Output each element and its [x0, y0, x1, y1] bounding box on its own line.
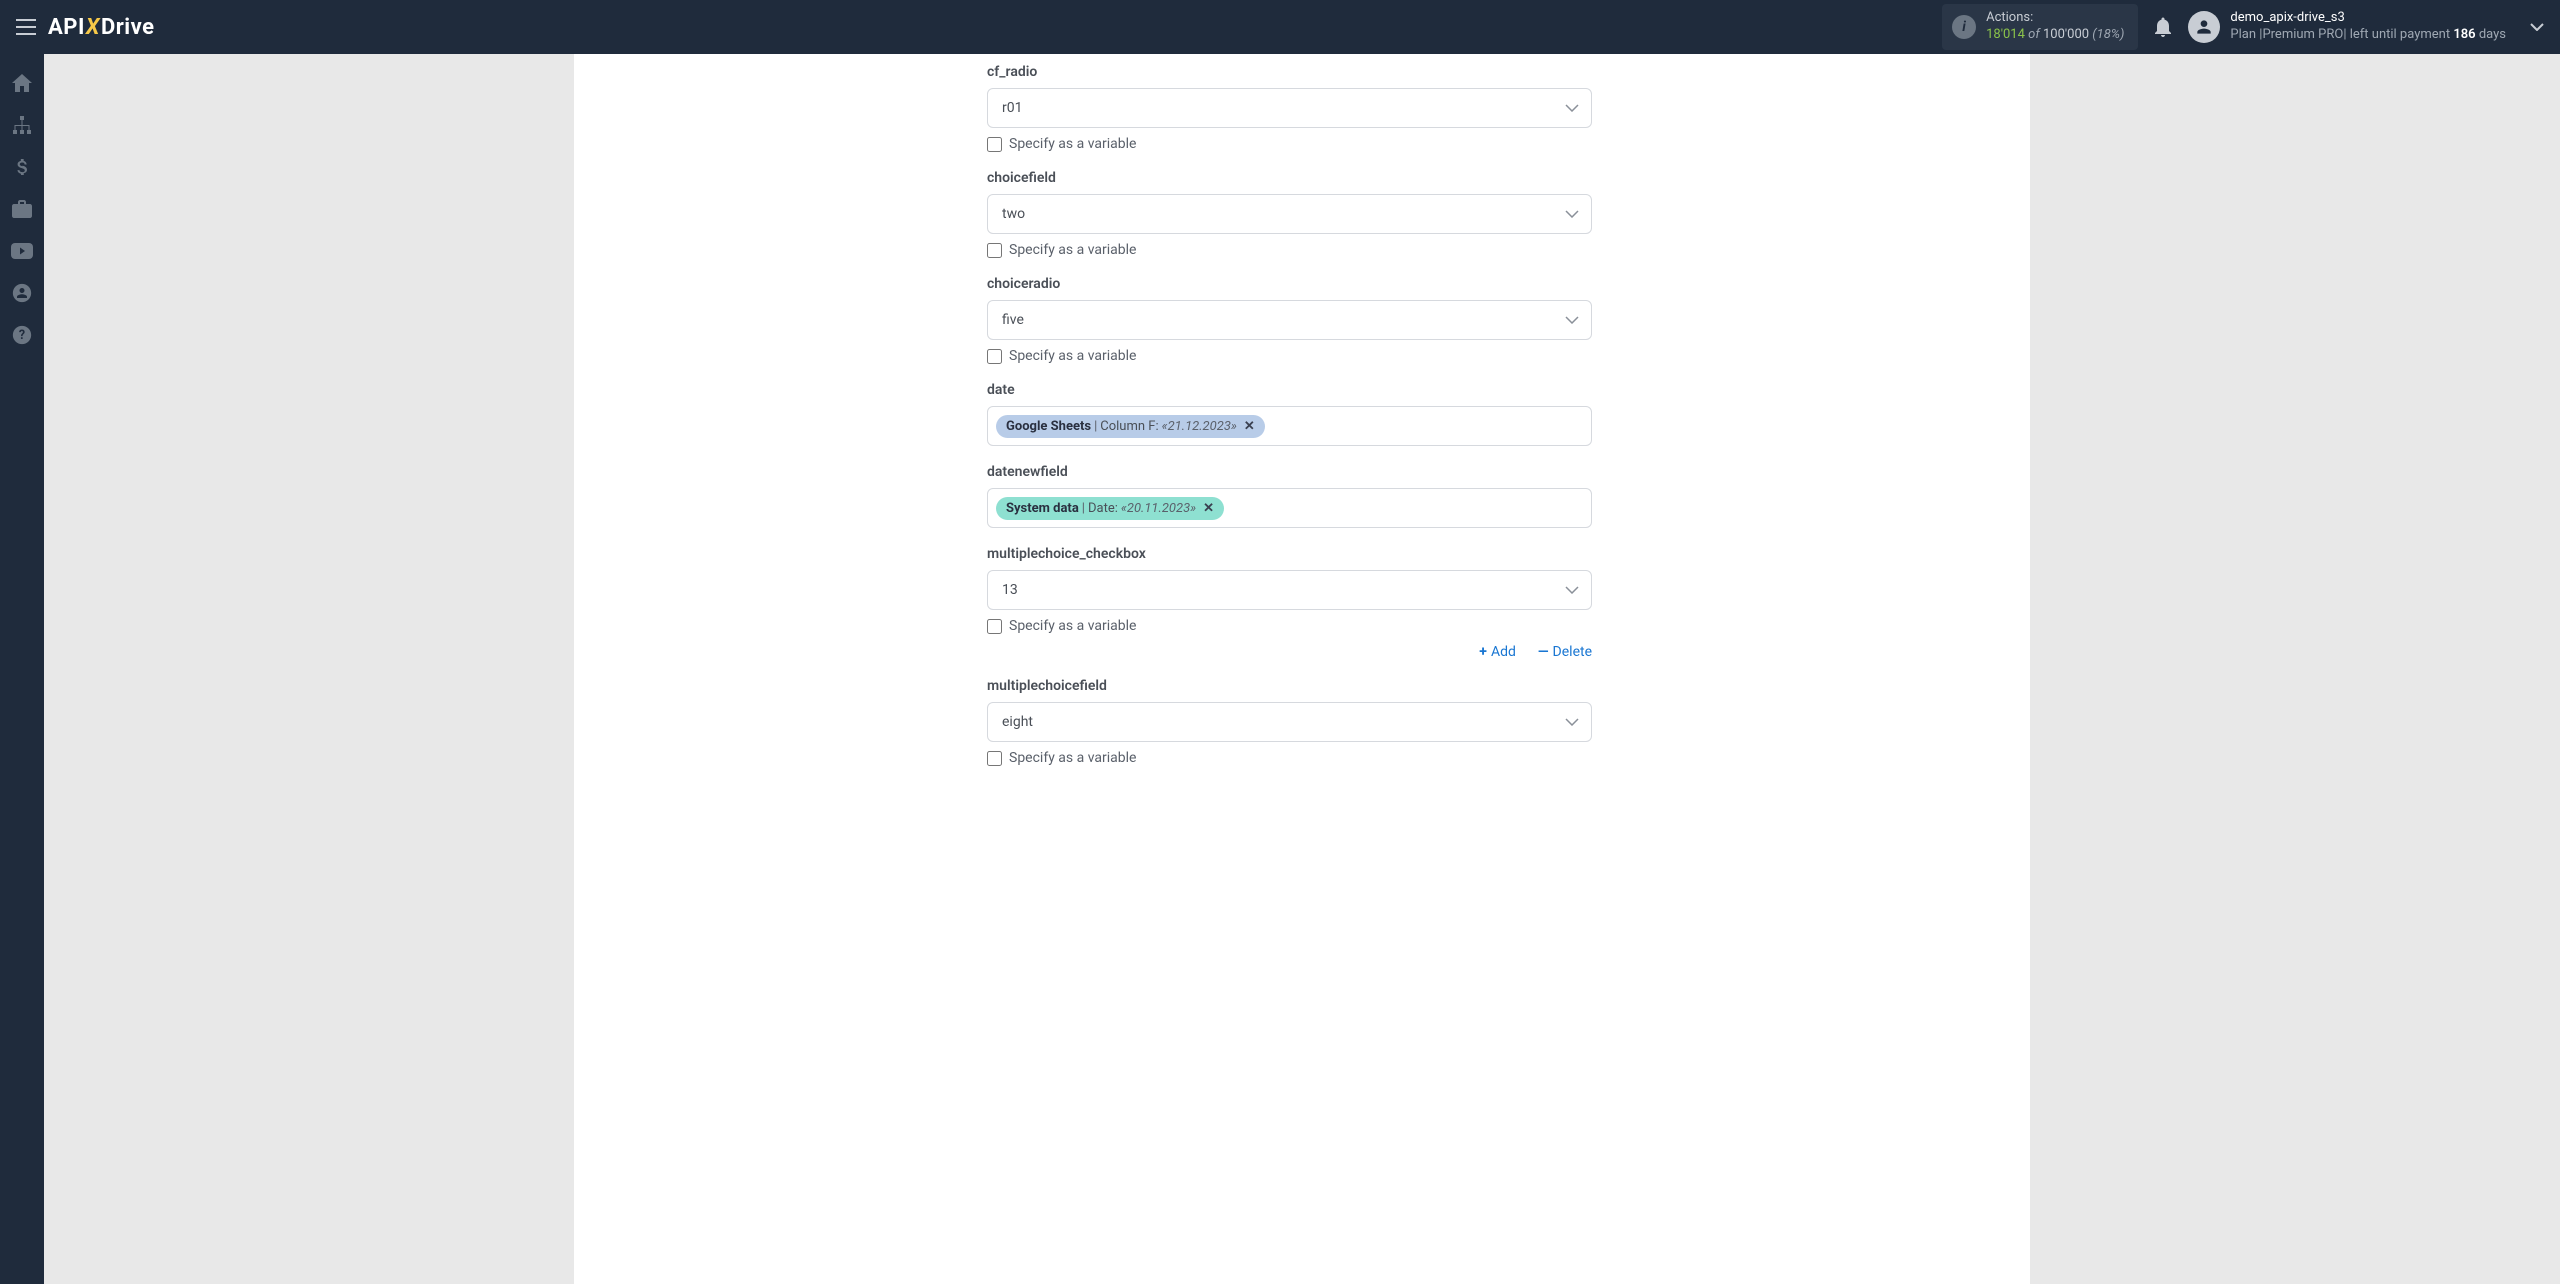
tag-column: Date:: [1088, 501, 1118, 516]
field-multiplechoicefield: multiplechoicefield eight Specify as a v…: [987, 678, 1592, 766]
date-tag-input[interactable]: Google Sheets | Column F: «21.12.2023» ✕: [987, 406, 1592, 446]
actions-text: Actions: 18'014 of 100'000 (18%): [1986, 10, 2124, 44]
logo-part3: Drive: [101, 15, 155, 40]
tag-value: «20.11.2023»: [1121, 501, 1196, 516]
nav-connections[interactable]: [0, 104, 44, 146]
multiplechoice-checkbox-variable-checkbox[interactable]: Specify as a variable: [987, 618, 1592, 634]
svg-text:?: ?: [19, 328, 25, 343]
action-links: + Add — Delete: [987, 644, 1592, 660]
add-button[interactable]: + Add: [1479, 644, 1516, 660]
bell-icon[interactable]: [2154, 17, 2172, 37]
field-choiceradio: choiceradio five Specify as a variable: [987, 276, 1592, 364]
topbar-right: i Actions: 18'014 of 100'000 (18%) demo_…: [1942, 4, 2544, 50]
field-label: multiplechoice_checkbox: [987, 546, 1592, 562]
form-column: cf_radio r01 Specify as a variable choic…: [987, 64, 1592, 766]
tag-pipe: |: [1094, 419, 1097, 434]
delete-button[interactable]: — Delete: [1538, 644, 1592, 660]
checkbox-input[interactable]: [987, 751, 1002, 766]
nav-briefcase[interactable]: [0, 188, 44, 230]
nav-billing[interactable]: [0, 146, 44, 188]
cf-radio-select[interactable]: r01: [987, 88, 1592, 128]
checkbox-input[interactable]: [987, 243, 1002, 258]
chevron-down-icon: [1565, 104, 1579, 112]
tag-remove-icon[interactable]: ✕: [1244, 419, 1255, 434]
topbar: APIXDrive i Actions: 18'014 of 100'000 (…: [0, 0, 2560, 54]
user-name: demo_apix-drive_s3: [2230, 10, 2506, 27]
tag-source: Google Sheets: [1006, 419, 1091, 434]
tag-value: «21.12.2023»: [1162, 419, 1237, 434]
cf-radio-variable-checkbox[interactable]: Specify as a variable: [987, 136, 1592, 152]
nav-home[interactable]: [0, 62, 44, 104]
select-value: r01: [1002, 100, 1022, 116]
select-value: two: [1002, 206, 1025, 222]
field-label: date: [987, 382, 1592, 398]
minus-icon: —: [1538, 644, 1549, 660]
multiplechoicefield-select[interactable]: eight: [987, 702, 1592, 742]
logo-part2: X: [86, 15, 100, 40]
chevron-down-icon: [1565, 586, 1579, 594]
field-label: cf_radio: [987, 64, 1592, 80]
tag-source: System data: [1006, 501, 1079, 516]
checkbox-label: Specify as a variable: [1009, 750, 1136, 766]
tag-pipe: |: [1082, 501, 1085, 516]
actions-stats: 18'014 of 100'000 (18%): [1986, 27, 2124, 44]
field-date: date Google Sheets | Column F: «21.12.20…: [987, 382, 1592, 446]
select-value: five: [1002, 312, 1024, 328]
user-block[interactable]: demo_apix-drive_s3 Plan |Premium PRO| le…: [2188, 10, 2506, 44]
checkbox-label: Specify as a variable: [1009, 618, 1136, 634]
add-label: Add: [1491, 644, 1516, 660]
checkbox-label: Specify as a variable: [1009, 242, 1136, 258]
field-label: choiceradio: [987, 276, 1592, 292]
checkbox-input[interactable]: [987, 349, 1002, 364]
select-value: eight: [1002, 714, 1033, 730]
date-tag: Google Sheets | Column F: «21.12.2023» ✕: [996, 415, 1265, 438]
page: cf_radio r01 Specify as a variable choic…: [44, 54, 2560, 1284]
delete-label: Delete: [1553, 644, 1592, 660]
side-nav: ?: [0, 54, 44, 1284]
avatar-icon: [2188, 11, 2220, 43]
choiceradio-select[interactable]: five: [987, 300, 1592, 340]
nav-help[interactable]: ?: [0, 314, 44, 356]
chevron-down-icon: [1565, 210, 1579, 218]
multiplechoice-checkbox-select[interactable]: 13: [987, 570, 1592, 610]
checkbox-label: Specify as a variable: [1009, 136, 1136, 152]
select-value: 13: [1002, 582, 1018, 598]
plus-icon: +: [1479, 644, 1487, 660]
checkbox-input[interactable]: [987, 619, 1002, 634]
nav-user[interactable]: [0, 272, 44, 314]
field-datenewfield: datenewfield System data | Date: «20.11.…: [987, 464, 1592, 528]
info-icon: i: [1952, 15, 1976, 39]
menu-toggle[interactable]: [16, 19, 36, 35]
field-choicefield: choicefield two Specify as a variable: [987, 170, 1592, 258]
field-cf-radio: cf_radio r01 Specify as a variable: [987, 64, 1592, 152]
field-multiplechoice-checkbox: multiplechoice_checkbox 13 Specify as a …: [987, 546, 1592, 660]
choicefield-variable-checkbox[interactable]: Specify as a variable: [987, 242, 1592, 258]
checkbox-input[interactable]: [987, 137, 1002, 152]
choicefield-select[interactable]: two: [987, 194, 1592, 234]
choiceradio-variable-checkbox[interactable]: Specify as a variable: [987, 348, 1592, 364]
form-card: cf_radio r01 Specify as a variable choic…: [574, 54, 2030, 1284]
datenewfield-tag: System data | Date: «20.11.2023» ✕: [996, 497, 1224, 520]
user-text: demo_apix-drive_s3 Plan |Premium PRO| le…: [2230, 10, 2506, 44]
chevron-down-icon: [1565, 316, 1579, 324]
field-label: multiplechoicefield: [987, 678, 1592, 694]
logo-part1: API: [48, 15, 85, 40]
chevron-down-icon[interactable]: [2530, 23, 2544, 31]
tag-column: Column F:: [1100, 419, 1158, 434]
actions-label: Actions:: [1986, 10, 2124, 27]
chevron-down-icon: [1565, 718, 1579, 726]
field-label: datenewfield: [987, 464, 1592, 480]
tag-remove-icon[interactable]: ✕: [1203, 501, 1214, 516]
field-label: choicefield: [987, 170, 1592, 186]
nav-video[interactable]: [0, 230, 44, 272]
datenewfield-tag-input[interactable]: System data | Date: «20.11.2023» ✕: [987, 488, 1592, 528]
actions-box[interactable]: i Actions: 18'014 of 100'000 (18%): [1942, 4, 2138, 50]
user-plan: Plan |Premium PRO| left until payment 18…: [2230, 27, 2506, 44]
checkbox-label: Specify as a variable: [1009, 348, 1136, 364]
multiplechoicefield-variable-checkbox[interactable]: Specify as a variable: [987, 750, 1592, 766]
logo[interactable]: APIXDrive: [48, 15, 155, 40]
